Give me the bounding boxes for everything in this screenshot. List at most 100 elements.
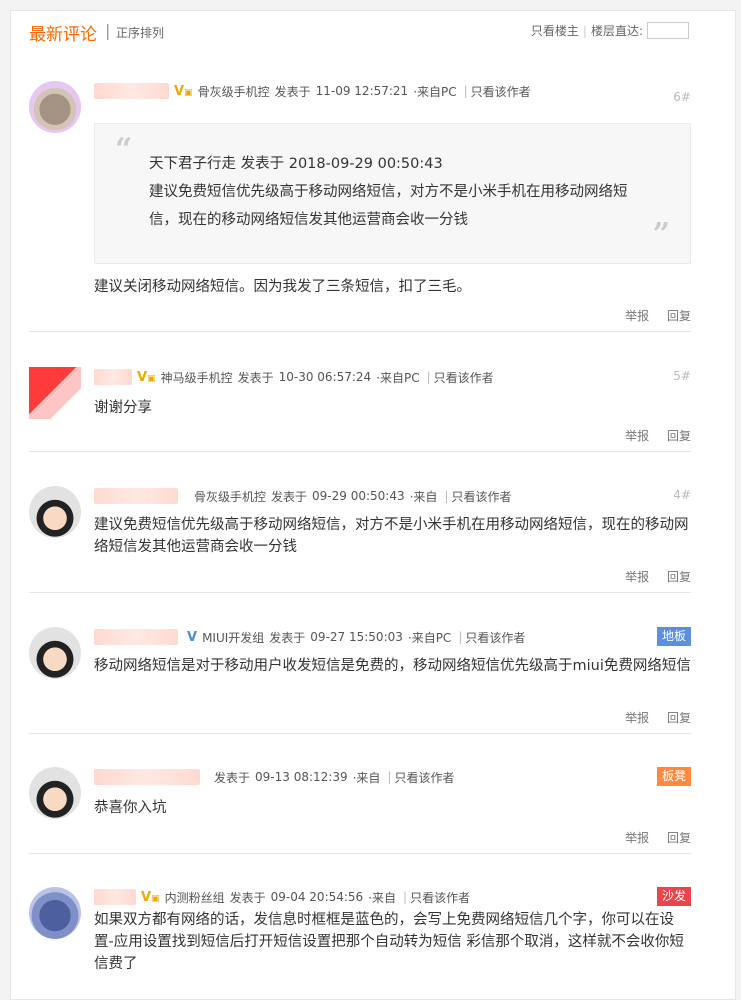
comments-header: 最新评论 | 正序排列 只看楼主 | 楼层直达: [29,20,689,45]
view-author-link[interactable]: 只看该作者 [451,488,511,505]
username-blurred[interactable] [94,369,132,385]
post-source: ·来自 [352,770,381,785]
vip-badge-icon: V▣ [137,369,156,385]
avatar[interactable] [29,767,81,819]
report-link[interactable]: 举报 [625,429,649,443]
posted-label: 发表于 [237,370,274,385]
view-author-link[interactable]: 只看该作者 [394,769,454,786]
floor-number: 6# [673,90,691,104]
view-author-link[interactable]: 只看该作者 [410,889,470,906]
user-level: 骨灰级手机控 [197,84,270,99]
username-blurred[interactable] [94,629,178,645]
comment-item: V MIUI开发组 发表于 09-27 15:50:03 ·来自PC | 只看该… [29,627,691,734]
report-link[interactable]: 举报 [625,711,649,725]
comment-body: V▣ 骨灰级手机控 发表于 11-09 12:57:21 ·来自PC | 只看该… [94,81,691,298]
latest-comments-title: 最新评论 [29,25,97,45]
only-op-link[interactable]: 只看楼主 [531,22,579,39]
comment-meta: V MIUI开发组 发表于 09-27 15:50:03 ·来自PC | 只看该… [94,627,691,647]
comment-actions: 举报 回复 [611,829,691,846]
meta-divider: | [403,890,408,904]
post-time: 09-13 08:12:39 [255,770,348,784]
comment-actions: 举报 回复 [611,709,691,726]
open-quote-icon: “ [115,132,133,167]
view-author-link[interactable]: 只看该作者 [465,629,525,646]
avatar[interactable] [29,486,81,538]
comment-item: V▣ 内测粉丝组 发表于 09-04 20:54:56 ·来自 | 只看该作者 … [29,887,691,988]
avatar[interactable] [29,81,81,133]
post-source: ·来自 [409,489,438,504]
meta-divider: | [444,489,449,503]
posted-label: 发表于 [214,770,251,785]
meta-divider: | [458,630,463,644]
report-link[interactable]: 举报 [625,570,649,584]
avatar[interactable] [29,367,81,419]
comment-content: 谢谢分享 [94,400,152,416]
username-blurred[interactable] [94,488,178,504]
comment-actions: 举报 回复 [611,307,691,324]
post-time: 09-04 20:54:56 [270,890,364,904]
sort-ascending-link[interactable]: 正序排列 [116,24,164,41]
comment-item: 骨灰级手机控 发表于 09-29 00:50:43 ·来自 | 只看该作者 4#… [29,486,691,593]
post-source: ·来自PC [407,630,452,645]
username-blurred[interactable] [94,769,200,785]
floor-badge: 沙发 [656,887,691,906]
comment-body: V▣ 神马级手机控 发表于 10-30 06:57:24 ·来自PC | 只看该… [94,367,691,419]
floor-badge: 板凳 [656,767,691,786]
meta-divider: | [387,770,392,784]
user-level: 神马级手机控 [160,370,233,385]
avatar[interactable] [29,627,81,679]
header-separator: | [105,21,111,40]
user-level: 内测粉丝组 [164,890,225,905]
report-link[interactable]: 举报 [625,831,649,845]
header-tools-divider: | [582,23,587,38]
user-level: 骨灰级手机控 [194,489,267,504]
post-time: 10-30 06:57:24 [278,370,372,384]
reply-link[interactable]: 回复 [667,429,691,443]
floor-badge: 地板 [656,627,691,646]
post-source: ·来自PC [376,370,420,385]
quote-block: “ 天下君子行走 发表于 2018-09-29 00:50:43 建议免费短信优… [94,123,691,264]
reply-link[interactable]: 回复 [667,711,691,725]
comment-meta: V▣ 神马级手机控 发表于 10-30 06:57:24 ·来自PC | 只看该… [94,367,691,387]
comment-meta: V▣ 内测粉丝组 发表于 09-04 20:54:56 ·来自 | 只看该作者 [94,887,691,907]
posted-label: 发表于 [274,84,311,99]
comment-body: 骨灰级手机控 发表于 09-29 00:50:43 ·来自 | 只看该作者 4#… [94,486,691,558]
comment-content: 建议免费短信优先级高于移动网络短信，对方不是小米手机在用移动网络短信，现在的移动… [94,517,689,555]
floor-jump-label: 楼层直达: [590,24,643,38]
comment-actions: 举报 回复 [611,568,691,585]
avatar[interactable] [29,887,81,939]
posted-label: 发表于 [229,890,266,905]
comment-item: V▣ 神马级手机控 发表于 10-30 06:57:24 ·来自PC | 只看该… [29,367,691,452]
floor-jump-input[interactable] [647,22,689,39]
comment-item: V▣ 骨灰级手机控 发表于 11-09 12:57:21 ·来自PC | 只看该… [29,81,691,332]
view-author-link[interactable]: 只看该作者 [471,83,531,100]
username-blurred[interactable] [94,889,136,905]
reply-link[interactable]: 回复 [667,309,691,323]
user-level: MIUI开发组 [202,630,265,645]
close-quote-icon: ” [652,217,670,252]
reply-link[interactable]: 回复 [667,831,691,845]
comment-content: 移动网络短信是对于移动用户收发短信是免费的，移动网络短信优先级高于miui免费网… [94,658,691,674]
vip-badge-icon: V▣ [141,889,160,905]
vip-badge-icon: V▣ [174,83,193,99]
quote-author-line: 天下君子行走 发表于 2018-09-29 00:50:43 [149,156,443,172]
username-blurred[interactable] [94,83,169,99]
floor-number: 4# [673,488,691,502]
post-time: 11-09 12:57:21 [315,84,409,98]
comment-meta: 骨灰级手机控 发表于 09-29 00:50:43 ·来自 | 只看该作者 [94,486,691,506]
report-link[interactable]: 举报 [625,309,649,323]
comment-content: 如果双方都有网络的话，发信息时框框是蓝色的，会写上免费网络短信几个字，你可以在设… [94,912,684,972]
comment-actions: 举报 回复 [611,427,691,444]
posted-label: 发表于 [271,489,308,504]
reply-link[interactable]: 回复 [667,570,691,584]
comment-item: 发表于 09-13 08:12:39 ·来自 | 只看该作者 板凳 恭喜你入坑 … [29,767,691,854]
comment-content: 建议关闭移动网络短信。因为我发了三条短信，扣了三毛。 [94,279,471,295]
posted-label: 发表于 [269,630,306,645]
meta-divider: | [426,370,431,384]
comment-content: 恭喜你入坑 [94,800,167,816]
comment-meta: 发表于 09-13 08:12:39 ·来自 | 只看该作者 [94,767,691,787]
post-source: ·来自PC [413,84,457,99]
comment-body: 发表于 09-13 08:12:39 ·来自 | 只看该作者 板凳 恭喜你入坑 [94,767,691,819]
quote-content: 建议免费短信优先级高于移动网络短信，对方不是小米手机在用移动网络短信，现在的移动… [149,184,628,228]
view-author-link[interactable]: 只看该作者 [434,369,494,386]
